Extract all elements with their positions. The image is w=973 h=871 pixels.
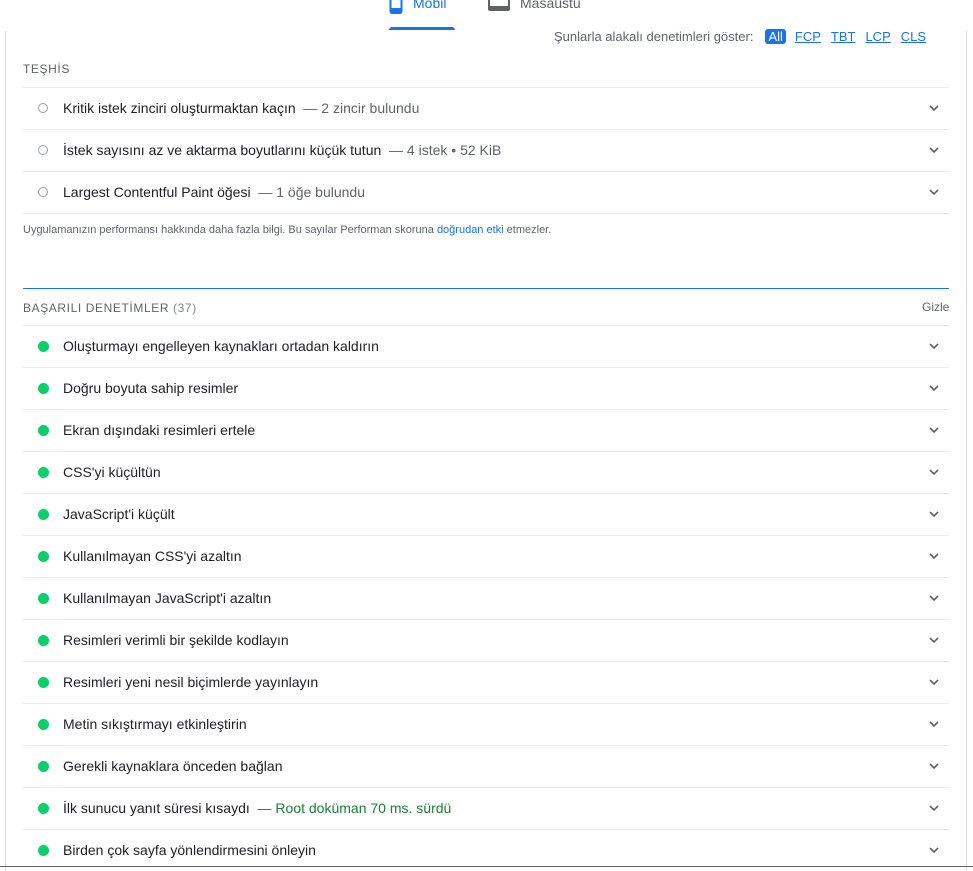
passed-audits-count: (37)	[173, 301, 197, 315]
frame-border-left	[5, 31, 6, 870]
audit-row[interactable]: Resimleri yeni nesil biçimlerde yayınlay…	[23, 661, 949, 703]
divider	[23, 213, 949, 214]
pass-dot-icon	[38, 509, 49, 520]
audit-title: Kritik istek zinciri oluşturmaktan kaçın…	[63, 100, 420, 116]
chevron-down-icon[interactable]	[927, 423, 941, 440]
chevron-down-icon[interactable]	[927, 185, 941, 202]
audit-detail: — 1 öğe bulundu	[258, 184, 365, 200]
diagnostics-note: Uygulamanızın performansı hakkında daha …	[23, 224, 552, 236]
passed-audits-heading[interactable]: BAŞARILI DENETİMLER (37)	[23, 301, 197, 315]
audit-row[interactable]: Gerekli kaynaklara önceden bağlan	[23, 745, 949, 787]
pass-dot-icon	[38, 635, 49, 646]
audit-detail: — 4 istek • 52 KiB	[389, 142, 502, 158]
pass-dot-icon	[38, 677, 49, 688]
audit-row[interactable]: İstek sayısını az ve aktarma boyutlarını…	[23, 129, 949, 171]
audit-title: Gerekli kaynaklara önceden bağlan	[63, 758, 283, 774]
pass-dot-icon	[38, 593, 49, 604]
device-tab-bar: Mobil Masaüstü	[0, 0, 973, 31]
filter-chip-lcp[interactable]: LCP	[865, 29, 890, 44]
pass-dot-icon	[38, 551, 49, 562]
audit-row[interactable]: Birden çok sayfa yönlendirmesini önleyin	[23, 829, 949, 871]
pass-dot-icon	[38, 845, 49, 856]
audit-row[interactable]: Oluşturmayı engelleyen kaynakları ortada…	[23, 325, 949, 367]
diagnostics-heading: TEŞHİS	[23, 62, 70, 76]
tab-desktop-label: Masaüstü	[520, 0, 581, 11]
pass-dot-icon	[38, 803, 49, 814]
audit-row[interactable]: Kullanılmayan JavaScript'i azaltın	[23, 577, 949, 619]
chevron-down-icon[interactable]	[927, 843, 941, 860]
info-circle-icon	[38, 103, 48, 113]
audit-row[interactable]: Kritik istek zinciri oluşturmaktan kaçın…	[23, 87, 949, 129]
pass-dot-icon	[38, 341, 49, 352]
section-divider	[23, 288, 949, 289]
phone-icon	[389, 0, 403, 17]
chevron-down-icon[interactable]	[927, 549, 941, 566]
chevron-down-icon[interactable]	[927, 801, 941, 818]
audit-title: Kullanılmayan CSS'yi azaltın	[63, 548, 242, 564]
chevron-down-icon[interactable]	[927, 101, 941, 118]
audit-title: CSS'yi küçültün	[63, 464, 161, 480]
frame-border-bottom	[0, 866, 973, 867]
chevron-down-icon[interactable]	[927, 143, 941, 160]
audit-title: Resimleri verimli bir şekilde kodlayın	[63, 632, 289, 648]
audit-title: Largest Contentful Paint öğesi — 1 öğe b…	[63, 184, 365, 200]
filter-chip-fcp[interactable]: FCP	[795, 29, 821, 44]
desktop-icon	[488, 0, 510, 16]
audit-row[interactable]: İlk sunucu yanıt süresi kısaydı — Root d…	[23, 787, 949, 829]
audit-row[interactable]: Doğru boyuta sahip resimler	[23, 367, 949, 409]
audit-detail: — Root doküman 70 ms. sürdü	[257, 800, 452, 816]
audit-title: Doğru boyuta sahip resimler	[63, 380, 239, 396]
tab-mobile-label: Mobil	[413, 0, 447, 11]
audit-title: JavaScript'i küçült	[63, 506, 175, 522]
audit-row[interactable]: Resimleri verimli bir şekilde kodlayın	[23, 619, 949, 661]
audit-title: Metin sıkıştırmayı etkinleştirin	[63, 716, 247, 732]
audit-title: Ekran dışındaki resimleri ertele	[63, 422, 256, 438]
audit-title: İlk sunucu yanıt süresi kısaydı — Root d…	[63, 800, 452, 816]
filter-chip-all[interactable]: All	[765, 29, 786, 44]
chevron-down-icon[interactable]	[927, 633, 941, 650]
audit-title: Birden çok sayfa yönlendirmesini önleyin	[63, 842, 316, 858]
audit-row[interactable]: Kullanılmayan CSS'yi azaltın	[23, 535, 949, 577]
audit-title: Kullanılmayan JavaScript'i azaltın	[63, 590, 272, 606]
chevron-down-icon[interactable]	[927, 339, 941, 356]
chevron-down-icon[interactable]	[927, 675, 941, 692]
chevron-down-icon[interactable]	[927, 381, 941, 398]
pass-dot-icon	[38, 467, 49, 478]
direct-impact-link[interactable]: doğrudan etki	[437, 224, 504, 236]
metric-filter: Şunlarla alakalı denetimleri göster: All…	[554, 29, 936, 44]
chevron-down-icon[interactable]	[927, 591, 941, 608]
audit-row[interactable]: Metin sıkıştırmayı etkinleştirin	[23, 703, 949, 745]
chevron-down-icon[interactable]	[927, 507, 941, 524]
audit-detail: — 2 zincir bulundu	[303, 100, 420, 116]
audit-title: Oluşturmayı engelleyen kaynakları ortada…	[63, 338, 379, 354]
info-circle-icon	[38, 145, 48, 155]
tab-desktop[interactable]: Masaüstü	[488, 0, 581, 30]
hide-button[interactable]: Gizle	[922, 300, 949, 314]
tab-mobile[interactable]: Mobil	[389, 0, 455, 30]
passed-audits-list: Oluşturmayı engelleyen kaynakları ortada…	[23, 325, 949, 871]
audit-row[interactable]: Largest Contentful Paint öğesi — 1 öğe b…	[23, 171, 949, 213]
audit-title: Resimleri yeni nesil biçimlerde yayınlay…	[63, 674, 319, 690]
pass-dot-icon	[38, 425, 49, 436]
diagnostics-list: Kritik istek zinciri oluşturmaktan kaçın…	[23, 87, 949, 214]
filter-chip-tbt[interactable]: TBT	[831, 29, 856, 44]
audit-row[interactable]: CSS'yi küçültün	[23, 451, 949, 493]
filter-chip-cls[interactable]: CLS	[901, 29, 926, 44]
pass-dot-icon	[38, 719, 49, 730]
info-circle-icon	[38, 187, 48, 197]
chevron-down-icon[interactable]	[927, 759, 941, 776]
audit-row[interactable]: JavaScript'i küçült	[23, 493, 949, 535]
audit-title: İstek sayısını az ve aktarma boyutlarını…	[63, 142, 502, 158]
frame-border-right	[966, 31, 967, 870]
chevron-down-icon[interactable]	[927, 465, 941, 482]
chevron-down-icon[interactable]	[927, 717, 941, 734]
pass-dot-icon	[38, 383, 49, 394]
pass-dot-icon	[38, 761, 49, 772]
audit-row[interactable]: Ekran dışındaki resimleri ertele	[23, 409, 949, 451]
filter-label: Şunlarla alakalı denetimleri göster:	[554, 29, 754, 44]
active-tab-indicator	[389, 27, 455, 30]
